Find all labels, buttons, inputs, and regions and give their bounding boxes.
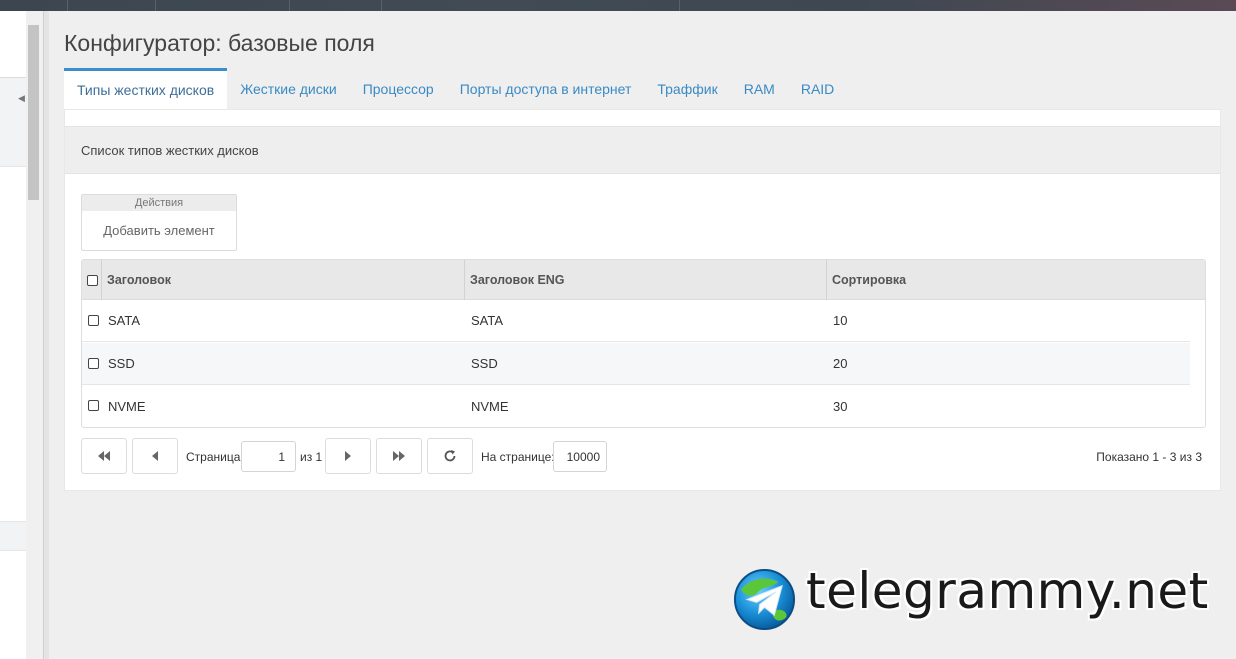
- data-table: Заголовок Заголовок ENG Сортировка SATA …: [81, 259, 1206, 428]
- page-of-label: из 1: [300, 450, 323, 464]
- row-checkbox[interactable]: [88, 315, 99, 326]
- tab-raid[interactable]: RAID: [788, 68, 847, 109]
- table-row[interactable]: NVME NVME 30: [82, 385, 1190, 427]
- per-page-input[interactable]: [553, 441, 607, 472]
- prev-page-button[interactable]: [132, 438, 178, 474]
- sidebar-panel: [0, 521, 26, 551]
- cell-sort: 10: [833, 313, 848, 328]
- card-header: Список типов жестких дисков: [65, 126, 1220, 174]
- top-bar-segment: [68, 0, 156, 11]
- cell-title: NVME: [108, 398, 146, 414]
- row-checkbox[interactable]: [88, 358, 99, 369]
- tab-hard-disks[interactable]: Жесткие диски: [227, 68, 350, 109]
- cell-title: SSD: [108, 356, 135, 371]
- add-element-button[interactable]: Добавить элемент: [82, 211, 236, 251]
- sidebar: ◀: [0, 11, 42, 659]
- cell-title-eng: SSD: [471, 356, 498, 371]
- watermark-text: telegrammy.net: [806, 562, 1209, 620]
- column-separator: [101, 260, 102, 300]
- double-chevron-left-icon: [98, 451, 110, 461]
- page-title: Конфигуратор: базовые поля: [64, 30, 375, 56]
- top-bar-segment: [382, 0, 680, 11]
- per-page-label: На странице:: [481, 450, 555, 464]
- actions-title: Действия: [82, 195, 236, 211]
- top-bar-segment: [0, 0, 68, 11]
- page-label: Страница: [186, 450, 241, 464]
- records-shown-label: Показано 1 - 3 из 3: [1096, 450, 1202, 464]
- content-card: Список типов жестких дисков Действия Доб…: [64, 109, 1221, 491]
- tab-bar: Типы жестких дисков Жесткие диски Процес…: [64, 68, 847, 109]
- telegram-globe-icon: [733, 568, 796, 631]
- cell-title-eng: NVME: [471, 398, 509, 414]
- sidebar-scroll-thumb[interactable]: [28, 25, 39, 200]
- select-all-checkbox[interactable]: [87, 275, 98, 286]
- column-header-sort[interactable]: Сортировка: [832, 260, 906, 299]
- tab-ram[interactable]: RAM: [731, 68, 788, 109]
- first-page-button[interactable]: [81, 438, 127, 474]
- tab-internet-ports[interactable]: Порты доступа в интернет: [447, 68, 645, 109]
- tab-processor[interactable]: Процессор: [350, 68, 447, 109]
- tab-disk-types[interactable]: Типы жестких дисков: [64, 68, 228, 109]
- table-row[interactable]: SSD SSD 20: [82, 343, 1190, 385]
- column-header-title-eng[interactable]: Заголовок ENG: [470, 260, 565, 299]
- collapse-left-icon[interactable]: ◀: [17, 91, 26, 105]
- cell-sort: 20: [833, 356, 848, 371]
- tab-traffic[interactable]: Траффик: [644, 68, 730, 109]
- column-separator: [826, 260, 827, 300]
- cell-title: SATA: [108, 313, 141, 328]
- column-separator: [464, 260, 465, 300]
- table-row[interactable]: SATA SATA 10: [82, 300, 1190, 342]
- sidebar-divider: [43, 11, 49, 659]
- column-header-title[interactable]: Заголовок: [107, 260, 171, 299]
- top-bar: [0, 0, 1236, 11]
- refresh-button[interactable]: [427, 438, 473, 474]
- last-page-button[interactable]: [376, 438, 422, 474]
- table-header: Заголовок Заголовок ENG Сортировка: [82, 260, 1205, 300]
- chevron-left-icon: [152, 451, 158, 461]
- row-checkbox[interactable]: [88, 400, 99, 411]
- next-page-button[interactable]: [325, 438, 371, 474]
- cell-title-eng: SATA: [471, 313, 504, 328]
- refresh-icon: [444, 450, 456, 462]
- cell-sort: 30: [833, 398, 848, 414]
- chevron-right-icon: [345, 451, 351, 461]
- double-chevron-right-icon: [393, 451, 405, 461]
- page-number-input[interactable]: [241, 441, 296, 472]
- top-bar-segment: [290, 0, 382, 11]
- actions-box: Действия Добавить элемент: [81, 194, 237, 251]
- top-bar-segment: [156, 0, 290, 11]
